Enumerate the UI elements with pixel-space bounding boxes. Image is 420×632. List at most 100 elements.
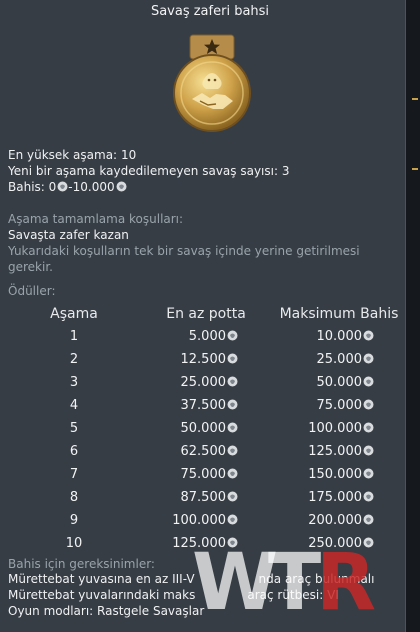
lion-coin-icon	[363, 353, 374, 364]
max-bet-value: 10.000	[316, 329, 363, 344]
highest-stage-label: En yüksek aşama:	[8, 148, 118, 162]
unrecorded-battles-value: 3	[281, 164, 290, 178]
stage-cell: 6	[69, 444, 79, 459]
max-bet-value: 100.000	[308, 421, 362, 436]
min-pot-value: 50.000	[180, 421, 227, 436]
max-bet-cell: 75.000	[284, 398, 374, 413]
max-bet-cell: 50.000	[284, 375, 374, 390]
stage-cell: 3	[69, 375, 79, 390]
lion-coin-icon	[227, 514, 238, 525]
lion-coin-icon	[57, 181, 68, 192]
reward-row: 8 87.500 175.000	[0, 490, 406, 513]
lion-coin-icon	[227, 468, 238, 479]
bet-label: Bahis:	[8, 180, 45, 194]
edge-marker	[412, 168, 418, 170]
lion-coin-icon	[227, 491, 238, 502]
lion-coin-icon	[363, 330, 374, 341]
max-bet-cell: 10.000	[284, 329, 374, 344]
lion-coin-icon	[363, 422, 374, 433]
stage-cell: 9	[69, 513, 79, 528]
game-modes-line: Oyun modları: Rastgele Savaşlar	[8, 603, 204, 619]
min-pot-value: 25.000	[180, 375, 227, 390]
lion-coin-icon	[227, 399, 238, 410]
unrecorded-battles-label: Yeni bir aşama kaydedilemeyen savaş sayı…	[8, 164, 279, 178]
stage-cell: 1	[69, 329, 79, 344]
conditions-note-line2: gerekir.	[8, 260, 53, 274]
conditions-main: Savaşta zafer kazan	[8, 228, 129, 242]
stage-cell: 8	[69, 490, 79, 505]
max-bet-value: 75.000	[316, 398, 363, 413]
requirements-header: Bahis için gereksinimler:	[8, 557, 155, 571]
max-bet-cell: 125.000	[284, 444, 374, 459]
conditions-note-line1: Yukarıdaki koşulların tek bir savaş için…	[8, 244, 360, 258]
bet-max-value: -10.000	[68, 180, 115, 194]
reward-row: 6 62.500 125.000	[0, 444, 406, 467]
reward-row: 1 5.000 10.000	[0, 329, 406, 352]
column-header-max-bet: Maksimum Bahis	[279, 306, 399, 322]
max-bet-cell: 100.000	[284, 421, 374, 436]
game-modes-label: Oyun modları:	[8, 604, 94, 618]
stage-cell: 4	[69, 398, 79, 413]
requirement-line-1-start: Mürettebat yuvasına en az III-V	[8, 572, 195, 586]
max-bet-value: 25.000	[316, 352, 363, 367]
conditions-header: Aşama tamamlama koşulları:	[8, 212, 184, 226]
max-bet-value: 200.000	[308, 513, 362, 528]
lion-coin-icon	[363, 514, 374, 525]
reward-row: 9 100.000 200.000	[0, 513, 406, 536]
min-pot-value: 62.500	[180, 444, 227, 459]
lion-coin-icon	[227, 445, 238, 456]
reward-row: 2 12.500 25.000	[0, 352, 406, 375]
min-pot-cell: 37.500	[154, 398, 238, 413]
lion-coin-icon	[227, 376, 238, 387]
highest-stage-line: En yüksek aşama: 10	[8, 147, 136, 163]
max-bet-value: 150.000	[308, 467, 362, 482]
lion-coin-icon	[227, 422, 238, 433]
lion-coin-icon	[363, 491, 374, 502]
bet-min-value: 0	[48, 180, 57, 194]
min-pot-value: 37.500	[180, 398, 227, 413]
gold-medal-lion-handshake-icon	[170, 33, 254, 133]
max-bet-cell: 200.000	[284, 513, 374, 528]
lion-coin-icon	[363, 376, 374, 387]
unrecorded-battles-line: Yeni bir aşama kaydedilemeyen savaş sayı…	[8, 163, 290, 179]
watermark-letter-w: W	[192, 538, 281, 628]
max-bet-cell: 150.000	[284, 467, 374, 482]
min-pot-cell: 25.000	[154, 375, 238, 390]
min-pot-value: 12.500	[180, 352, 227, 367]
lion-coin-icon	[116, 181, 127, 192]
min-pot-cell: 12.500	[154, 352, 238, 367]
min-pot-value: 5.000	[188, 329, 226, 344]
tooltip-title: Savaş zaferi bahsi	[150, 4, 270, 19]
reward-row: 3 25.000 50.000	[0, 375, 406, 398]
stage-cell: 10	[65, 536, 83, 551]
column-header-min-pot: En az potta	[166, 306, 246, 322]
stage-cell: 2	[69, 352, 79, 367]
min-pot-cell: 62.500	[154, 444, 238, 459]
lion-coin-icon	[363, 468, 374, 479]
requirement-line-2-start: Mürettebat yuvalarındaki maks	[8, 588, 196, 602]
reward-row: 5 50.000 100.000	[0, 421, 406, 444]
min-pot-cell: 87.500	[154, 490, 238, 505]
max-bet-value: 50.000	[316, 375, 363, 390]
column-header-stage: Aşama	[50, 306, 98, 322]
max-bet-value: 175.000	[308, 490, 362, 505]
lion-coin-icon	[363, 399, 374, 410]
min-pot-cell: 75.000	[154, 467, 238, 482]
stage-cell: 5	[69, 421, 79, 436]
min-pot-value: 100.000	[172, 513, 226, 528]
stage-cell: 7	[69, 467, 79, 482]
reward-row: 7 75.000 150.000	[0, 467, 406, 490]
min-pot-value: 87.500	[180, 490, 227, 505]
lion-coin-icon	[363, 445, 374, 456]
min-pot-cell: 5.000	[154, 329, 238, 344]
min-pot-cell: 50.000	[154, 421, 238, 436]
highest-stage-value: 10	[120, 148, 137, 162]
max-bet-cell: 175.000	[284, 490, 374, 505]
min-pot-cell: 100.000	[154, 513, 238, 528]
rewards-header: Ödüller:	[8, 284, 56, 298]
lion-coin-icon	[227, 330, 238, 341]
watermark-letter-t: T	[268, 538, 324, 628]
game-modes-value: Rastgele Savaşlar	[97, 604, 205, 618]
max-bet-value: 125.000	[308, 444, 362, 459]
edge-marker	[412, 98, 418, 100]
